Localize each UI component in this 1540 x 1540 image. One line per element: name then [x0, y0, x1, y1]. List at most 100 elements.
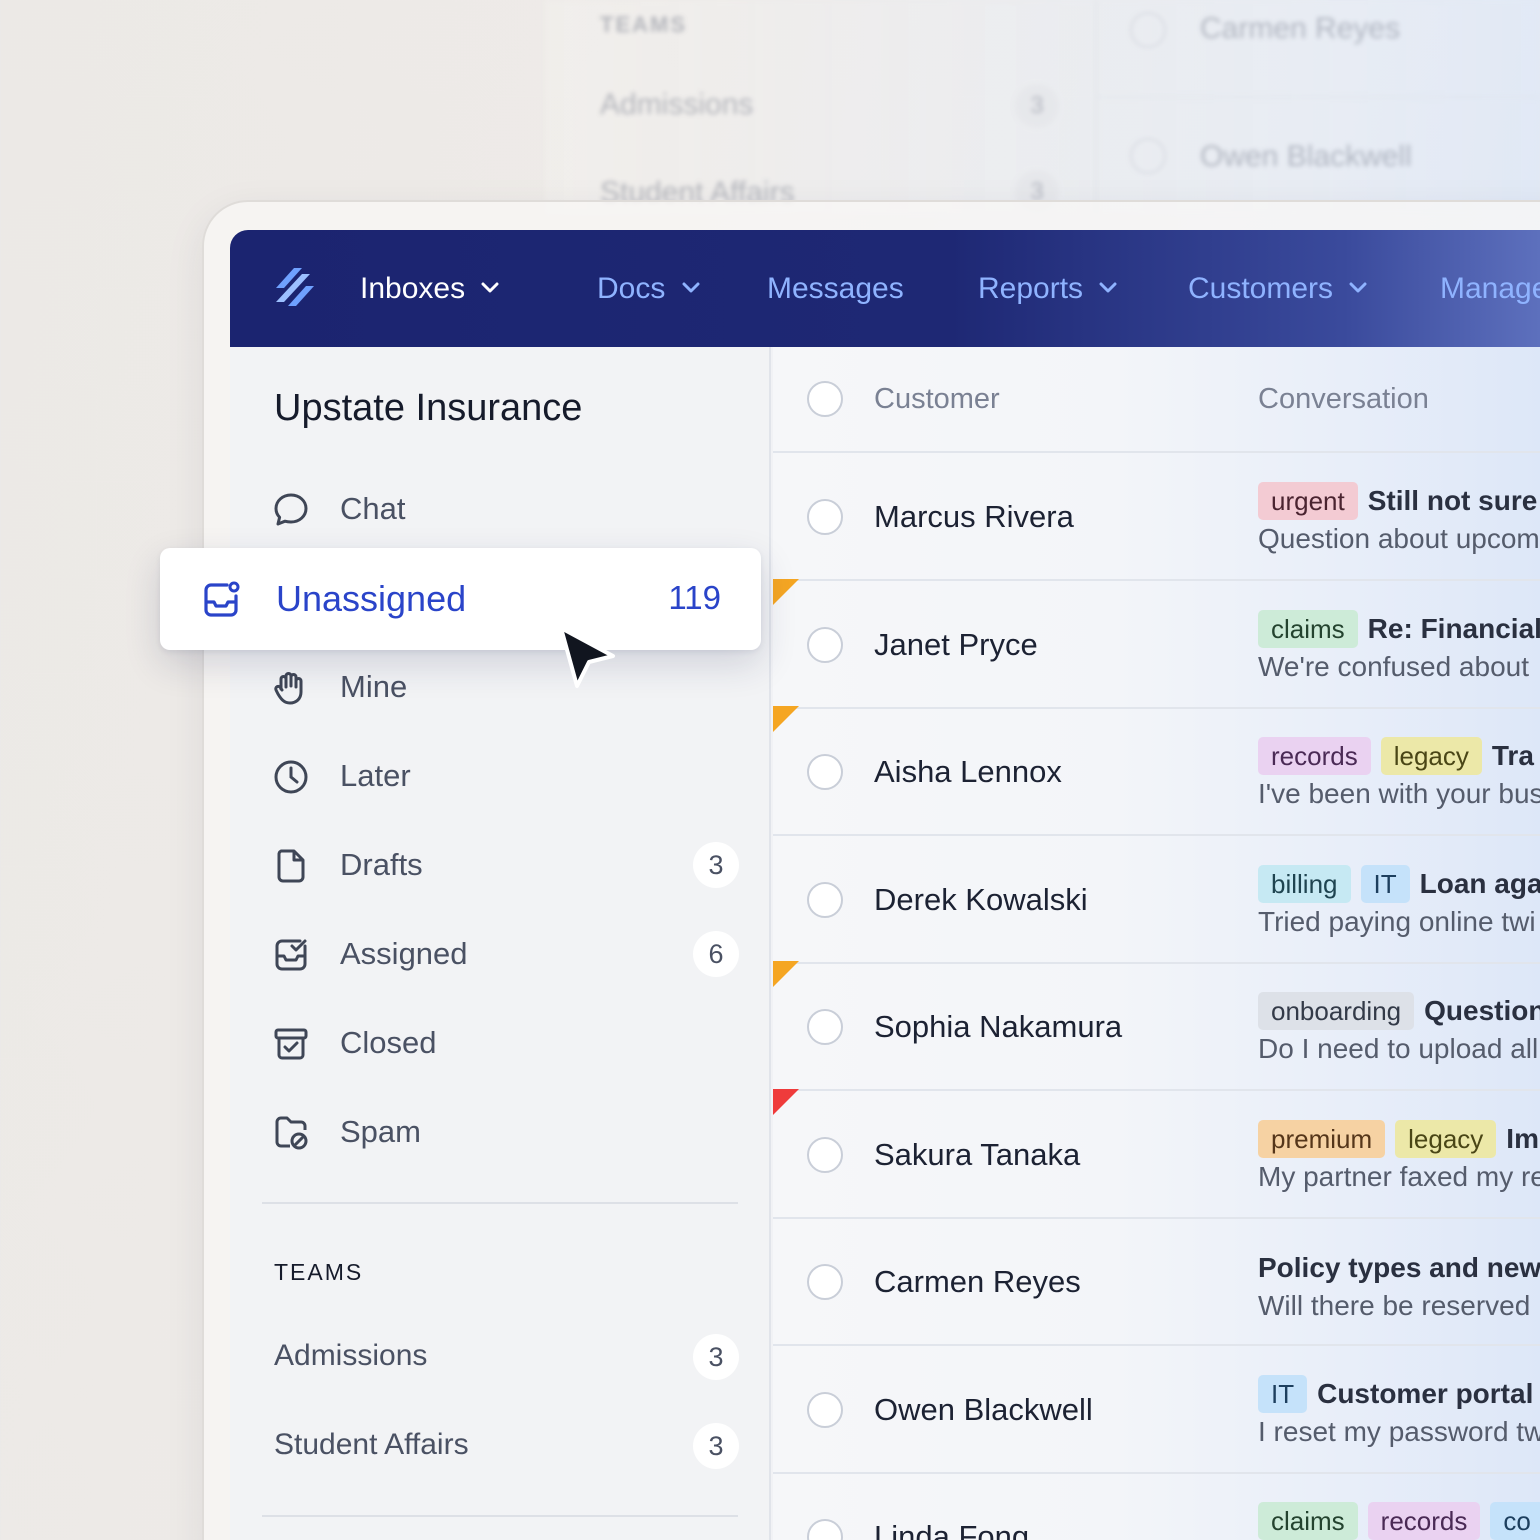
conversation-preview: Will there be reserved	[1258, 1290, 1531, 1321]
column-header-conversation[interactable]: Conversation	[1258, 383, 1429, 416]
sidebar-item-unassigned[interactable]: Unassigned 119	[160, 548, 761, 650]
conversation-subject-line: billing IT Loan aga	[1258, 864, 1540, 904]
drafts-count-badge: 3	[693, 842, 739, 888]
conversation-preview: We're confused about	[1258, 650, 1530, 682]
row-checkbox[interactable]	[807, 881, 843, 918]
chevron-down-icon	[682, 282, 700, 293]
teams-heading: TEAMS	[274, 1259, 364, 1285]
customer-name: Sophia Nakamura	[874, 1009, 1123, 1044]
priority-flag	[773, 961, 799, 987]
column-header-customer[interactable]: Customer	[874, 383, 1000, 416]
chevron-down-icon	[1349, 282, 1367, 293]
sidebar-item-chat[interactable]: Chat	[230, 479, 771, 539]
nav-inboxes-label: Inboxes	[360, 272, 466, 305]
tag-badge[interactable]: onboarding	[1258, 992, 1415, 1030]
table-row[interactable]: Marcus Rivera urgent Still not sure Questio…	[773, 453, 1540, 581]
tag-badge[interactable]: legacy	[1380, 737, 1482, 775]
tag-badge[interactable]: records	[1258, 737, 1371, 775]
nav-docs[interactable]: Docs	[597, 230, 700, 347]
nav-customers-label: Customers	[1188, 272, 1334, 305]
conversation-subject: Im	[1506, 1122, 1539, 1154]
tag-badge[interactable]: records	[1367, 1502, 1481, 1540]
nav-manage-label: Manage	[1440, 272, 1540, 305]
sidebar-item-drafts[interactable]: Drafts 3	[230, 835, 771, 895]
inbox-icon	[204, 581, 240, 617]
conversation-subject: Still not sure	[1367, 485, 1538, 516]
team-item-label: Student Affairs	[274, 1428, 469, 1461]
tag-badge[interactable]: premium	[1258, 1119, 1386, 1158]
select-all-checkbox[interactable]	[807, 381, 843, 417]
conversation-summary: onboarding Question Do I need to upload al…	[1258, 991, 1540, 1065]
conversation-subject: Policy types and new	[1258, 1252, 1540, 1283]
table-row[interactable]: Linda Fong claims records co	[773, 1473, 1540, 1540]
tag-badge[interactable]: billing	[1258, 864, 1351, 903]
row-checkbox[interactable]	[807, 626, 843, 663]
tag-badge[interactable]: urgent	[1258, 482, 1358, 520]
nav-reports[interactable]: Reports	[978, 230, 1117, 347]
tag-badge[interactable]: co	[1490, 1502, 1540, 1540]
tag-badge[interactable]: IT	[1258, 1374, 1308, 1413]
table-row[interactable]: Sophia Nakamura onboarding Question Do I ne…	[773, 961, 1540, 1091]
sidebar: Upstate Insurance Chat Mine Later Drafts…	[230, 347, 771, 1540]
table-row[interactable]: Carmen Reyes Policy types and new Will the…	[773, 1218, 1540, 1346]
ghost-customer-name: Owen Blackwell	[1200, 140, 1412, 173]
sidebar-item-closed[interactable]: Closed	[230, 1013, 771, 1073]
customer-name: Aisha Lennox	[874, 754, 1062, 789]
conversation-subject-line: Policy types and new	[1258, 1248, 1540, 1288]
tag-badge[interactable]: legacy	[1395, 1119, 1497, 1158]
row-checkbox[interactable]	[807, 754, 843, 790]
conversation-subject: Question	[1424, 995, 1540, 1026]
conversation-subject-line: urgent Still not sure	[1258, 481, 1540, 521]
table-row[interactable]: Derek Kowalski billing IT Loan aga Tried pay…	[773, 836, 1540, 964]
conversation-subject-line: claims Re: Financial	[1258, 609, 1540, 649]
row-checkbox[interactable]	[807, 1519, 843, 1540]
sidebar-item-label: Drafts	[340, 847, 423, 882]
row-checkbox[interactable]	[807, 1264, 843, 1300]
hand-icon	[274, 672, 303, 705]
assigned-icon	[275, 939, 307, 971]
mouse-cursor-icon	[559, 626, 615, 688]
tag-badge[interactable]: claims	[1258, 1502, 1358, 1540]
ghost-row-divider	[1097, 96, 1540, 98]
table-row[interactable]: Janet Pryce claims Re: Financial We're conf…	[773, 578, 1540, 709]
conversation-summary: records legacy Tra I've been with your bus	[1258, 736, 1540, 810]
tag-badge[interactable]: claims	[1258, 609, 1358, 648]
sidebar-item-assigned[interactable]: Assigned 6	[230, 924, 771, 984]
row-checkbox[interactable]	[807, 499, 843, 535]
tag-badge[interactable]: IT	[1360, 864, 1410, 903]
nav-customers[interactable]: Customers	[1188, 230, 1367, 347]
nav-manage[interactable]: Manage	[1440, 230, 1540, 347]
top-navigation: Inboxes Docs Messages Reports Customers …	[230, 230, 1540, 347]
team-item-admissions[interactable]: Admissions 3	[230, 1327, 771, 1387]
ghost-team-count: 3	[1015, 84, 1059, 128]
mailbox-title: Upstate Insurance	[274, 387, 583, 429]
sidebar-item-spam[interactable]: Spam	[230, 1102, 771, 1162]
customer-name: Janet Pryce	[874, 626, 1038, 662]
app-window: Inboxes Docs Messages Reports Customers …	[230, 230, 1540, 1540]
ghost-team-item: Admissions	[600, 88, 754, 121]
row-checkbox[interactable]	[807, 1009, 843, 1045]
table-row[interactable]: Aisha Lennox records legacy Tra I've been wi…	[773, 706, 1540, 836]
customer-name: Linda Fong	[874, 1519, 1030, 1540]
customer-name: Sakura Tanaka	[874, 1136, 1081, 1172]
archive-icon	[274, 1028, 308, 1060]
team-item-student-affairs[interactable]: Student Affairs 3	[230, 1416, 771, 1476]
help-scout-logo-icon[interactable]	[272, 262, 318, 312]
priority-flag	[773, 1088, 799, 1115]
nav-inboxes[interactable]: Inboxes	[360, 230, 499, 347]
customer-name: Owen Blackwell	[874, 1391, 1093, 1427]
sidebar-item-mine[interactable]: Mine	[230, 657, 771, 717]
sidebar-divider	[262, 1515, 738, 1517]
nav-messages[interactable]: Messages	[767, 230, 904, 347]
sidebar-item-later[interactable]: Later	[230, 746, 771, 806]
row-checkbox[interactable]	[807, 1391, 843, 1428]
table-row[interactable]: Owen Blackwell IT Customer portal I reset m…	[773, 1346, 1540, 1474]
clock-icon	[274, 760, 308, 794]
conversation-summary: Policy types and new Will there be reserv…	[1258, 1248, 1540, 1322]
row-checkbox[interactable]	[807, 1136, 843, 1173]
conversation-subject-line: IT Customer portal	[1258, 1374, 1540, 1414]
table-row[interactable]: Sakura Tanaka premium legacy Im My partner f…	[773, 1088, 1540, 1219]
conversation-summary: claims records co	[1258, 1501, 1540, 1540]
conversation-subject-line: records legacy Tra	[1258, 736, 1540, 776]
sidebar-item-label: Spam	[340, 1114, 421, 1149]
